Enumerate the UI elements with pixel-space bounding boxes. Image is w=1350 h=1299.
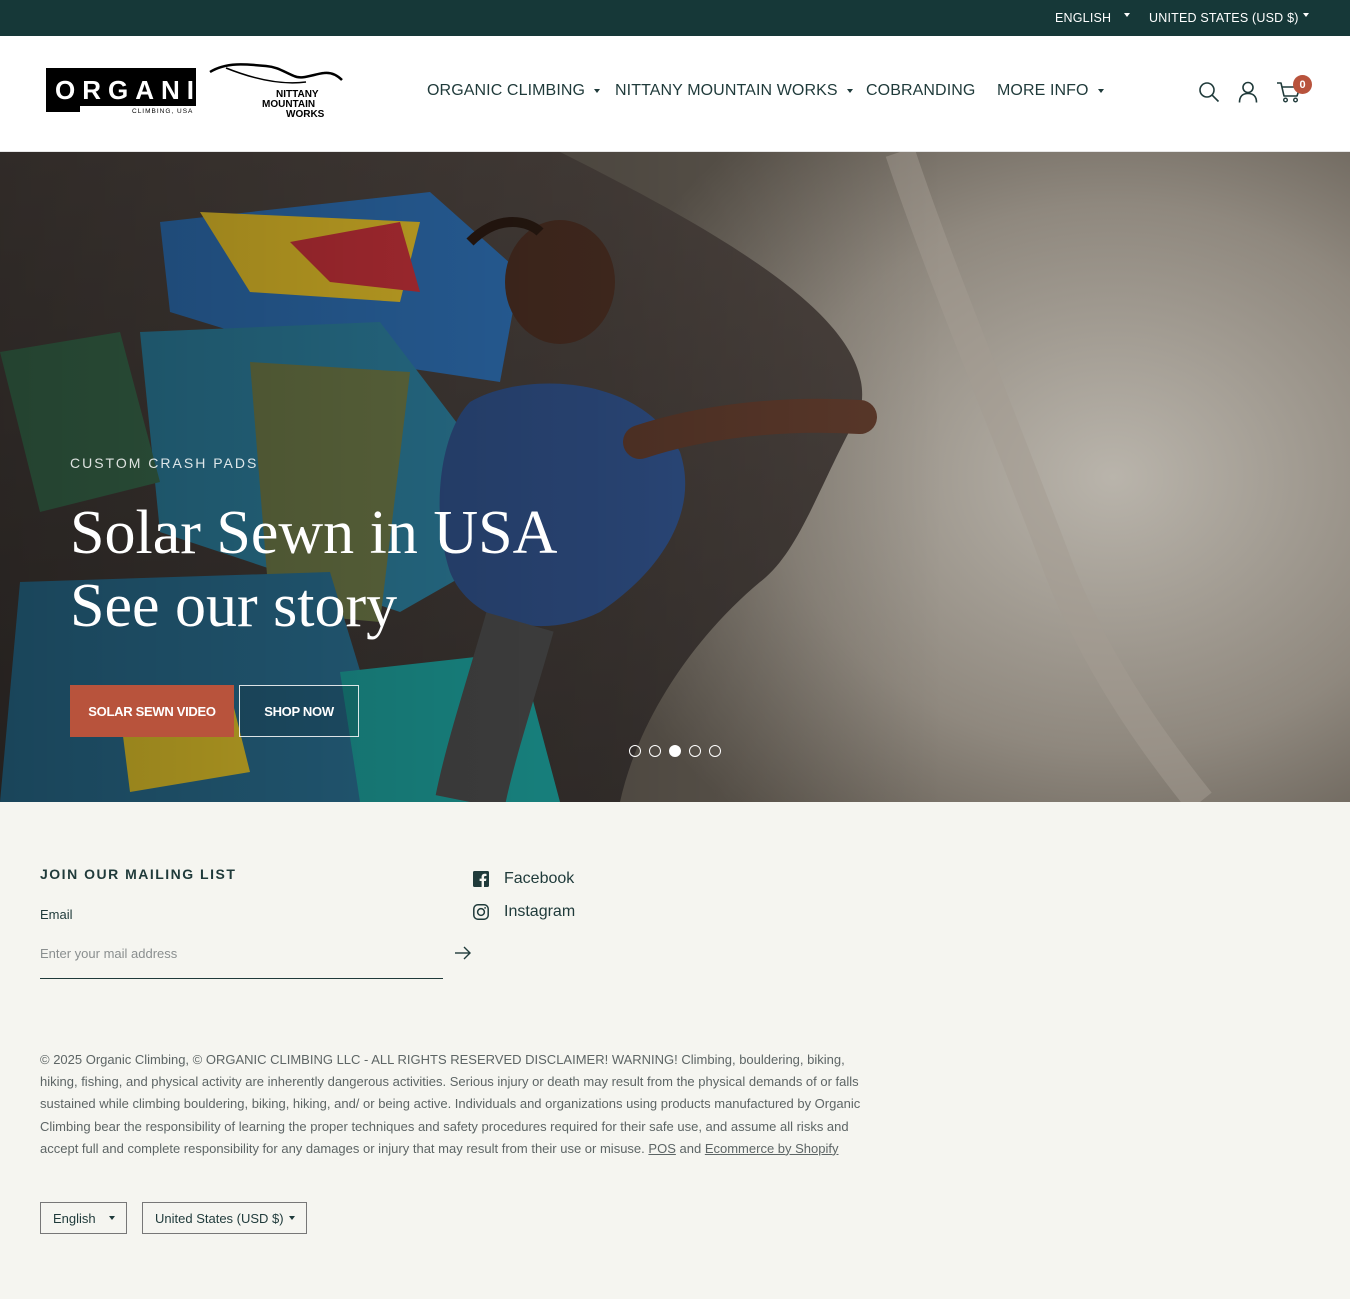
solar-sewn-video-button[interactable]: SOLAR SEWN VIDEO [70,685,234,737]
language-label: ENGLISH [1055,11,1112,25]
nmw-logo-line3: WORKS [286,109,325,120]
account-icon[interactable] [1237,81,1259,103]
nav-more-info[interactable]: MORE INFO [997,82,1104,100]
nav-label: MORE INFO [997,82,1089,99]
nav-organic-climbing[interactable]: ORGANIC CLIMBING [427,82,601,100]
search-icon[interactable] [1198,81,1220,103]
hero-title: Solar Sewn in USA See our story [70,497,557,643]
currency-label: UNITED STATES (USD $) [1149,11,1299,25]
facebook-icon [473,871,489,887]
cart-count-badge: 0 [1293,75,1312,94]
chevron-down-icon [109,1216,115,1220]
copyright-disclaimer: © 2025 Organic Climbing, © ORGANIC CLIMB… [40,1049,880,1160]
nav-cobranding[interactable]: COBRANDING [866,82,975,100]
slide-dot[interactable] [629,745,641,757]
slide-dot[interactable] [709,745,721,757]
nav-label: NITTANY MOUNTAIN WORKS [615,82,838,99]
chevron-down-icon [1124,13,1130,17]
footer-language-select[interactable]: English [40,1202,127,1234]
instagram-link[interactable]: Instagram [473,903,575,921]
site-header: ORGANIC CLIMBING, USA NITTANY MOUNTAIN W… [0,36,1350,152]
nittany-mountain-works-logo[interactable]: NITTANY MOUNTAIN WORKS [206,60,344,120]
email-field-wrapper [40,934,471,979]
facebook-link[interactable]: Facebook [473,870,574,888]
chevron-down-icon [846,89,853,93]
nav-label: COBRANDING [866,82,976,99]
top-bar: ENGLISH UNITED STATES (USD $) [0,0,1350,36]
hero-subtitle: CUSTOM CRASH PADS [70,455,259,471]
currency-selector[interactable]: UNITED STATES (USD $) [1149,0,1309,36]
organic-logo-text: ORGANIC [55,75,198,105]
chevron-down-icon [594,89,601,93]
organic-climbing-logo[interactable]: ORGANIC CLIMBING, USA [46,66,198,118]
pos-link[interactable]: POS [648,1141,675,1156]
mailing-list-heading: JOIN OUR MAILING LIST [40,866,237,882]
email-input[interactable] [40,934,400,972]
ecommerce-shopify-link[interactable]: Ecommerce by Shopify [705,1141,839,1156]
arrow-right-icon[interactable] [454,945,472,961]
slide-dot[interactable] [649,745,661,757]
chevron-down-icon [1303,13,1309,17]
shop-now-button[interactable]: SHOP NOW [239,685,359,737]
footer-currency-value: United States (USD $) [155,1210,284,1226]
hero-title-line2: See our story [70,572,398,640]
slide-dot[interactable] [689,745,701,757]
organic-logo-subtext: CLIMBING, USA [132,108,193,115]
nav-nittany-mountain-works[interactable]: NITTANY MOUNTAIN WORKS [615,82,853,100]
nav-label: ORGANIC CLIMBING [427,82,586,99]
slideshow-pagination [629,745,721,757]
facebook-label: Facebook [504,870,575,887]
instagram-icon [473,904,489,920]
and-text: and [679,1140,702,1156]
language-selector[interactable]: ENGLISH [1055,0,1130,36]
footer-language-value: English [53,1210,96,1226]
footer-currency-select[interactable]: United States (USD $) [142,1202,307,1234]
hero-slideshow: CUSTOM CRASH PADS Solar Sewn in USA See … [0,152,1350,802]
instagram-label: Instagram [504,903,576,920]
slide-dot-active[interactable] [669,745,681,757]
email-label: Email [40,907,73,922]
hero-title-line1: Solar Sewn in USA [70,499,558,567]
chevron-down-icon [289,1216,295,1220]
chevron-down-icon [1097,89,1104,93]
